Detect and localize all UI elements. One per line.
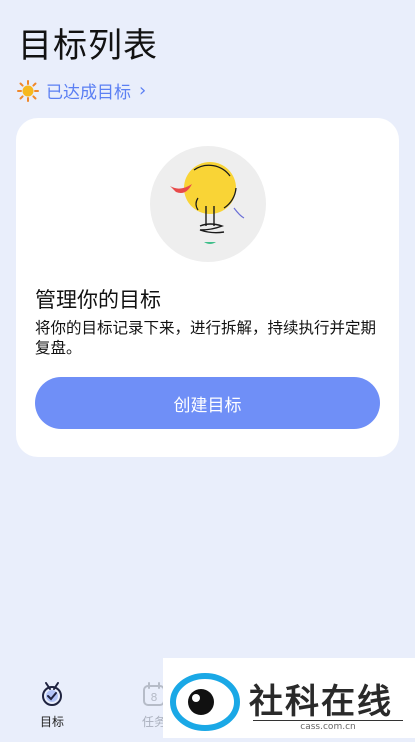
chevron-right-icon: › <box>139 80 147 101</box>
watermark-text: 社科在线 <box>249 682 393 722</box>
empty-state-description: 将你的目标记录下来，进行拆解，持续执行并定期复盘。 <box>35 319 377 357</box>
eye-logo-icon <box>170 673 240 731</box>
medal-icon <box>22 680 82 711</box>
empty-state-card: 管理你的目标 将你的目标记录下来，进行拆解，持续执行并定期复盘。 创建目标 <box>16 118 399 457</box>
achieved-goals-label: 已达成目标 <box>46 83 131 103</box>
create-goal-button[interactable]: 创建目标 <box>35 377 380 429</box>
lightbulb-icon <box>150 146 266 262</box>
watermark-subtext: cass.com.cn <box>253 720 403 732</box>
page-title: 目标列表 <box>18 26 158 66</box>
tab-goals-label: 目标 <box>39 715 64 729</box>
achieved-goals-link[interactable]: 已达成目标 › <box>16 78 146 103</box>
tab-goals[interactable]: 目标 <box>22 680 82 730</box>
sun-icon <box>16 79 40 103</box>
empty-state-title: 管理你的目标 <box>35 288 161 312</box>
watermark-logo: 社科在线 cass.com.cn <box>163 658 415 738</box>
calendar-badge: 8 <box>151 691 158 704</box>
